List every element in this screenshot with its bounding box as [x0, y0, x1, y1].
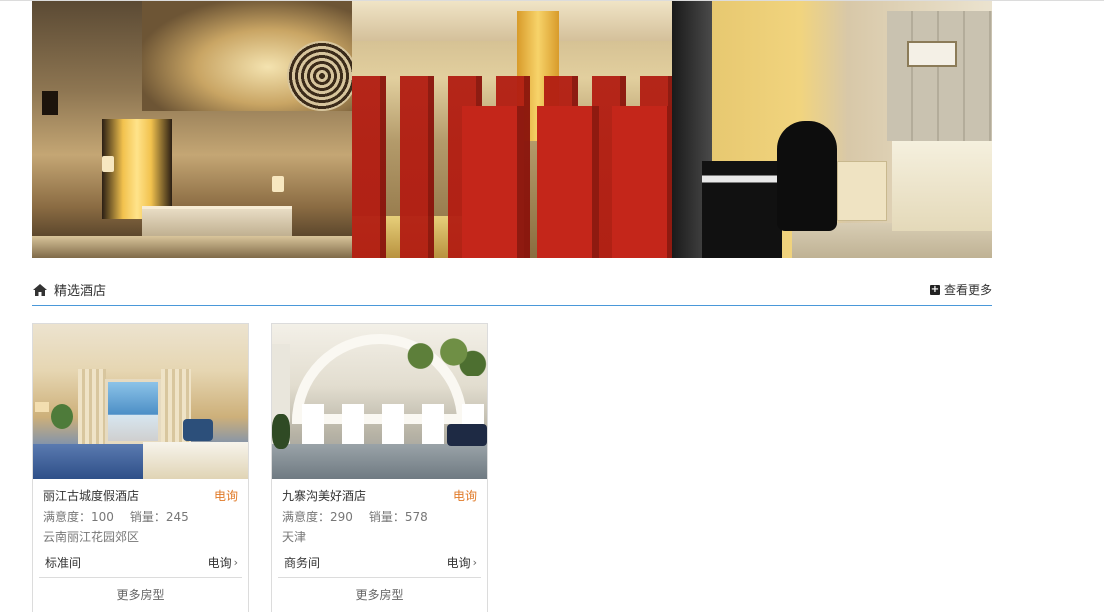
hotel-location: 天津: [282, 530, 307, 544]
room-type-name: 标准间: [45, 556, 82, 570]
room-type-row[interactable]: 标准间 电询 ›: [39, 554, 242, 578]
section-header: 精选酒店 + 查看更多: [32, 280, 992, 306]
banner-photo-bedroom: [672, 1, 992, 258]
more-rooms-link[interactable]: 更多房型: [43, 586, 238, 603]
chevron-right-icon: ›: [472, 556, 477, 569]
hotel-card[interactable]: 丽江古城度假酒店 电询 满意度：100 销量：245 云南丽江花园郊区 标准间 …: [32, 323, 249, 612]
home-icon: [32, 283, 48, 297]
room-type-row[interactable]: 商务间 电询 ›: [278, 554, 481, 578]
view-more-label: 查看更多: [943, 283, 992, 297]
sales-count: 销量：245: [129, 510, 189, 524]
section-title-group: 精选酒店: [32, 280, 106, 305]
view-more-link[interactable]: + 查看更多: [929, 281, 992, 304]
call-tag: 电询: [213, 488, 238, 503]
banner-photo-lobby: [32, 1, 352, 258]
hotel-photo[interactable]: [272, 324, 487, 479]
sales-count: 销量：578: [368, 510, 428, 524]
room-price: 电询: [207, 556, 232, 570]
hotel-name[interactable]: 九寨沟美好酒店: [282, 487, 366, 504]
room-type-name: 商务间: [284, 556, 321, 570]
hotel-location: 云南丽江花园郊区: [43, 530, 140, 544]
hotel-name[interactable]: 丽江古城度假酒店: [43, 487, 139, 504]
hotel-card[interactable]: 九寨沟美好酒店 电询 满意度：290 销量：578 天津 商务间 电询 › 更多…: [271, 323, 488, 612]
banner-photo-restaurant: [352, 1, 672, 258]
more-rooms-link[interactable]: 更多房型: [282, 586, 477, 603]
call-tag: 电询: [452, 488, 477, 503]
satisfaction-score: 满意度：100: [43, 510, 114, 524]
satisfaction-score: 满意度：290: [282, 510, 353, 524]
banner-carousel[interactable]: [32, 1, 992, 258]
hotel-photo[interactable]: [33, 324, 248, 479]
room-price: 电询: [446, 556, 471, 570]
plus-square-icon: +: [929, 283, 940, 295]
chevron-right-icon: ›: [233, 556, 238, 569]
section-title: 精选酒店: [54, 284, 107, 299]
